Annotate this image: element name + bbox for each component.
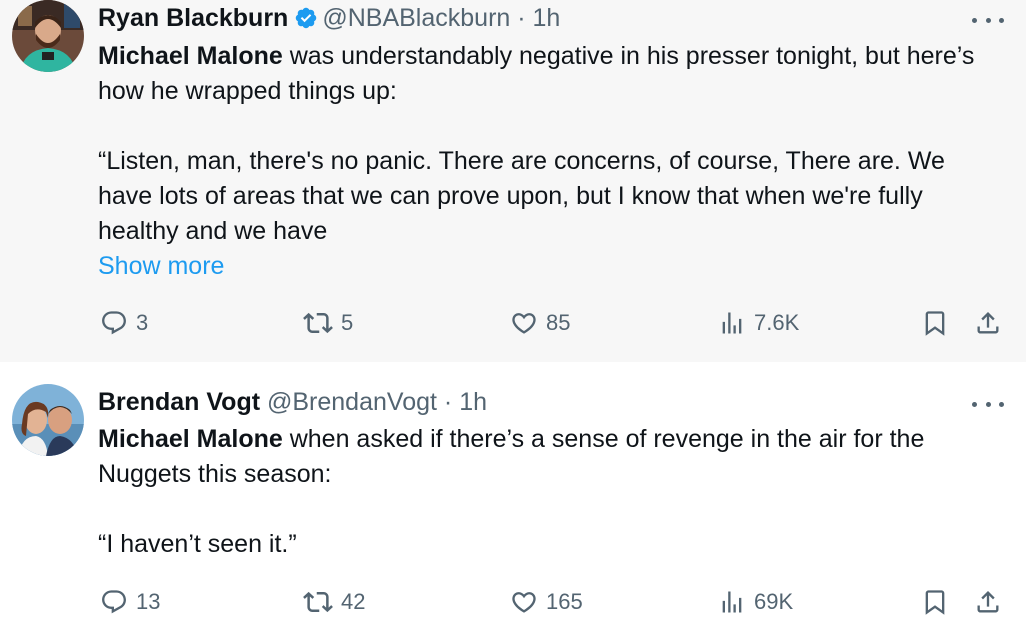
bookmark-button[interactable] <box>921 582 949 622</box>
quote-text: “I haven’t seen it.” <box>98 530 297 558</box>
views-button[interactable]: 7.6K <box>718 303 799 343</box>
views-icon <box>718 309 746 337</box>
retweet-count: 42 <box>341 589 366 614</box>
author-name[interactable]: Ryan Blackburn <box>98 4 288 32</box>
views-count: 69K <box>754 589 794 614</box>
more-options-icon[interactable] <box>972 394 1004 414</box>
views-icon <box>718 588 746 616</box>
bookmark-icon <box>921 588 949 616</box>
reply-button[interactable]: 13 <box>100 582 160 622</box>
bold-name: Michael Malone <box>98 425 283 453</box>
bold-name: Michael Malone <box>98 42 283 70</box>
share-button[interactable] <box>974 303 1002 343</box>
reply-icon <box>100 588 128 616</box>
timestamp[interactable]: 1h <box>533 4 561 32</box>
retweet-button[interactable]: 5 <box>303 303 353 343</box>
share-icon <box>974 309 1002 337</box>
retweet-icon <box>303 587 333 617</box>
bookmark-button[interactable] <box>921 303 949 343</box>
reply-count: 3 <box>136 310 149 335</box>
avatar[interactable] <box>12 0 84 72</box>
reply-button[interactable]: 3 <box>100 303 148 343</box>
reply-icon <box>100 309 128 337</box>
like-button[interactable]: 85 <box>510 303 570 343</box>
bookmark-icon <box>921 309 949 337</box>
author-name[interactable]: Brendan Vogt <box>98 388 260 416</box>
tweet[interactable]: Ryan Blackburn @NBABlackburn · 1h Michael… <box>0 0 1026 362</box>
like-icon <box>510 588 538 616</box>
tweet-header: Brendan Vogt @BrendanVogt · 1h <box>98 387 487 417</box>
share-icon <box>974 588 1002 616</box>
timeline: Ryan Blackburn @NBABlackburn · 1h Michael… <box>0 0 1026 628</box>
author-handle[interactable]: @NBABlackburn <box>322 4 510 32</box>
author-handle[interactable]: @BrendanVogt <box>267 388 437 416</box>
separator: · <box>517 4 526 32</box>
tweet-header: Ryan Blackburn @NBABlackburn · 1h <box>98 3 560 37</box>
avatar[interactable] <box>12 384 84 456</box>
retweet-icon <box>303 308 333 338</box>
views-count: 7.6K <box>754 310 800 335</box>
timestamp[interactable]: 1h <box>459 388 487 416</box>
retweet-count: 5 <box>341 310 354 335</box>
views-button[interactable]: 69K <box>718 582 793 622</box>
action-bar: 3 5 85 7.6K <box>98 303 1008 343</box>
like-count: 165 <box>546 589 583 614</box>
action-bar: 13 42 165 69K <box>98 582 1008 622</box>
tweet-text: Michael Malone was understandably negati… <box>98 39 1003 284</box>
tweet[interactable]: Brendan Vogt @BrendanVogt · 1h Michael M… <box>0 362 1026 628</box>
share-button[interactable] <box>974 582 1002 622</box>
tweet-text: Michael Malone when asked if there’s a s… <box>98 422 1003 562</box>
separator: · <box>443 388 453 416</box>
like-count: 85 <box>546 310 571 335</box>
more-options-icon[interactable] <box>972 10 1004 30</box>
like-icon <box>510 309 538 337</box>
quote-text: “Listen, man, there's no panic. There ar… <box>98 147 945 245</box>
verified-badge-icon <box>294 6 318 37</box>
retweet-button[interactable]: 42 <box>303 582 365 622</box>
like-button[interactable]: 165 <box>510 582 583 622</box>
reply-count: 13 <box>136 589 161 614</box>
show-more-link[interactable]: Show more <box>98 252 224 280</box>
